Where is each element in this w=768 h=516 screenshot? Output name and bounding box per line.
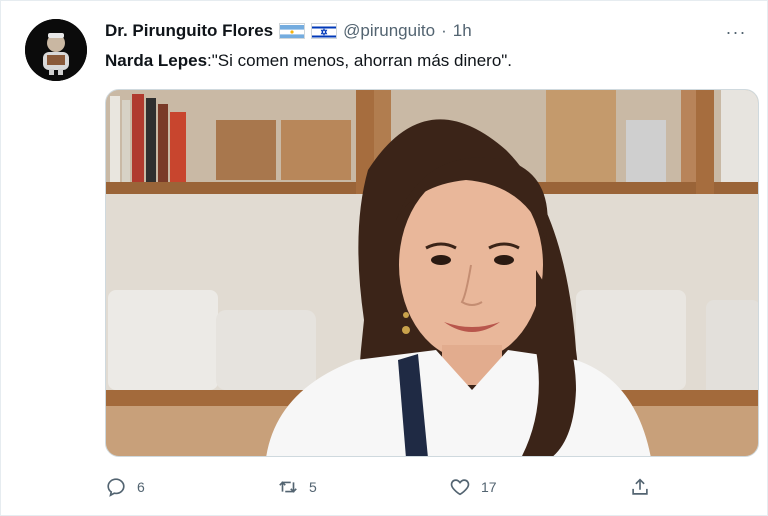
tweet-card[interactable]: Dr. Pirunguito Flores @pirunguito · 1h ·…	[0, 0, 768, 516]
like-button[interactable]: 17	[449, 471, 497, 503]
avatar-image	[25, 19, 87, 81]
reply-button[interactable]: 6	[105, 471, 145, 503]
reply-count: 6	[137, 479, 145, 495]
argentina-flag-icon	[279, 23, 306, 39]
tweet-media-photo[interactable]	[105, 89, 759, 457]
retweet-count: 5	[309, 479, 317, 495]
author-handle[interactable]: @pirunguito	[343, 21, 435, 41]
israel-flag-icon	[311, 23, 338, 39]
author-name[interactable]: Dr. Pirunguito Flores	[105, 21, 273, 41]
tweet-actions: 6 5 17	[105, 471, 665, 503]
tweet-timestamp[interactable]: 1h	[453, 21, 472, 41]
retweet-icon	[279, 481, 297, 493]
tweet-text-bold: Narda Lepes	[105, 51, 208, 70]
avatar[interactable]	[25, 19, 87, 81]
reply-icon	[107, 478, 125, 497]
share-button[interactable]	[629, 471, 651, 503]
tweet-text-rest: :"Si comen menos, ahorran más dinero".	[207, 51, 513, 70]
separator-dot: ·	[441, 21, 447, 40]
like-count: 17	[481, 479, 497, 495]
share-icon	[632, 478, 648, 495]
retweet-button[interactable]: 5	[277, 471, 317, 503]
tweet-text: Narda Lepes:"Si comen menos, ahorran más…	[105, 51, 512, 71]
more-options-icon[interactable]: ···	[721, 17, 751, 47]
photo-woman-in-kitchen	[106, 90, 758, 456]
tweet-header: Dr. Pirunguito Flores @pirunguito · 1h	[105, 21, 472, 41]
heart-icon	[450, 479, 470, 496]
